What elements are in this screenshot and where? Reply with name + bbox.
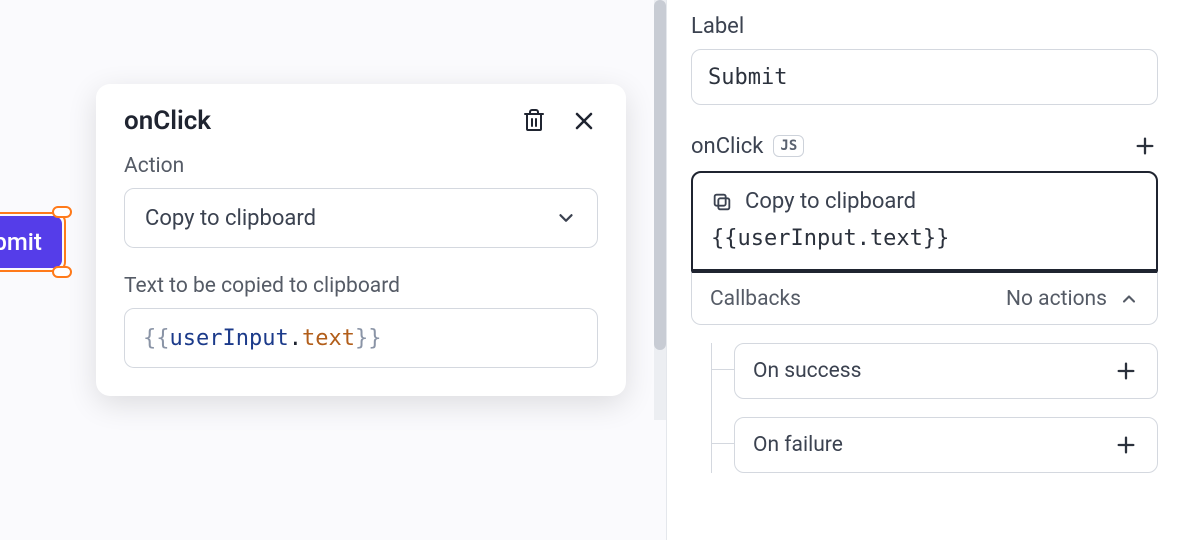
popover-title: onClick — [124, 106, 211, 136]
close-popover-button[interactable] — [570, 107, 598, 135]
trash-icon — [522, 108, 546, 134]
chevron-up-icon — [1119, 289, 1139, 309]
canvas-submit-button[interactable]: ubmit — [0, 216, 62, 268]
add-onclick-action-button[interactable] — [1132, 133, 1158, 159]
action-card-expression: {{userInput.text}} — [711, 226, 1138, 251]
action-field-label: Action — [124, 154, 598, 178]
add-on-failure-action-button[interactable] — [1113, 432, 1139, 458]
plus-icon — [1134, 135, 1156, 157]
callback-on-failure-label: On failure — [753, 433, 843, 457]
clipboard-text-input[interactable]: {{userInput.text}} — [124, 308, 598, 368]
chevron-down-icon — [555, 207, 577, 229]
property-panel: Label Submit onClick JS Copy to clipboar… — [666, 0, 1182, 540]
close-icon — [573, 110, 595, 132]
action-select-value: Copy to clipboard — [145, 206, 316, 231]
expr-prop: text — [302, 326, 355, 351]
js-toggle-badge[interactable]: JS — [773, 135, 804, 157]
callback-on-success-label: On success — [753, 359, 861, 383]
add-on-success-action-button[interactable] — [1113, 358, 1139, 384]
expr-dot: . — [289, 326, 302, 351]
action-select[interactable]: Copy to clipboard — [124, 188, 598, 248]
callbacks-toggle[interactable]: Callbacks No actions — [691, 271, 1158, 325]
action-editor-popover: onClick — [96, 84, 626, 396]
onclick-heading: onClick — [691, 134, 763, 159]
canvas-scrollbar[interactable] — [654, 0, 666, 420]
onclick-action-card[interactable]: Copy to clipboard {{userInput.text}} — [691, 171, 1158, 271]
expr-open: {{ — [143, 326, 170, 351]
callbacks-title: Callbacks — [710, 287, 801, 311]
copy-icon — [711, 191, 733, 213]
label-input-value: Submit — [708, 65, 787, 90]
delete-action-button[interactable] — [520, 107, 548, 135]
text-field-label: Text to be copied to clipboard — [124, 274, 598, 298]
callback-on-failure[interactable]: On failure — [734, 417, 1158, 473]
onclick-section-header: onClick JS — [691, 133, 1158, 159]
label-heading: Label — [691, 14, 1158, 39]
expr-object: userInput — [170, 326, 289, 351]
action-card-name: Copy to clipboard — [745, 189, 916, 214]
expr-close: }} — [355, 326, 382, 351]
canvas-submit-button-label: ubmit — [0, 228, 42, 256]
callback-on-success[interactable]: On success — [734, 343, 1158, 399]
canvas[interactable]: ubmit onClick — [0, 0, 666, 540]
plus-icon — [1115, 434, 1137, 456]
plus-icon — [1115, 360, 1137, 382]
label-input[interactable]: Submit — [691, 49, 1158, 105]
callbacks-list: On success On failure — [711, 343, 1158, 473]
scrollbar-thumb[interactable] — [654, 0, 666, 350]
canvas-submit-button-selection[interactable]: ubmit — [0, 216, 62, 268]
callbacks-status: No actions — [1006, 287, 1107, 311]
resize-handle-top-right[interactable] — [52, 206, 72, 218]
resize-handle-bottom-right[interactable] — [52, 266, 72, 278]
